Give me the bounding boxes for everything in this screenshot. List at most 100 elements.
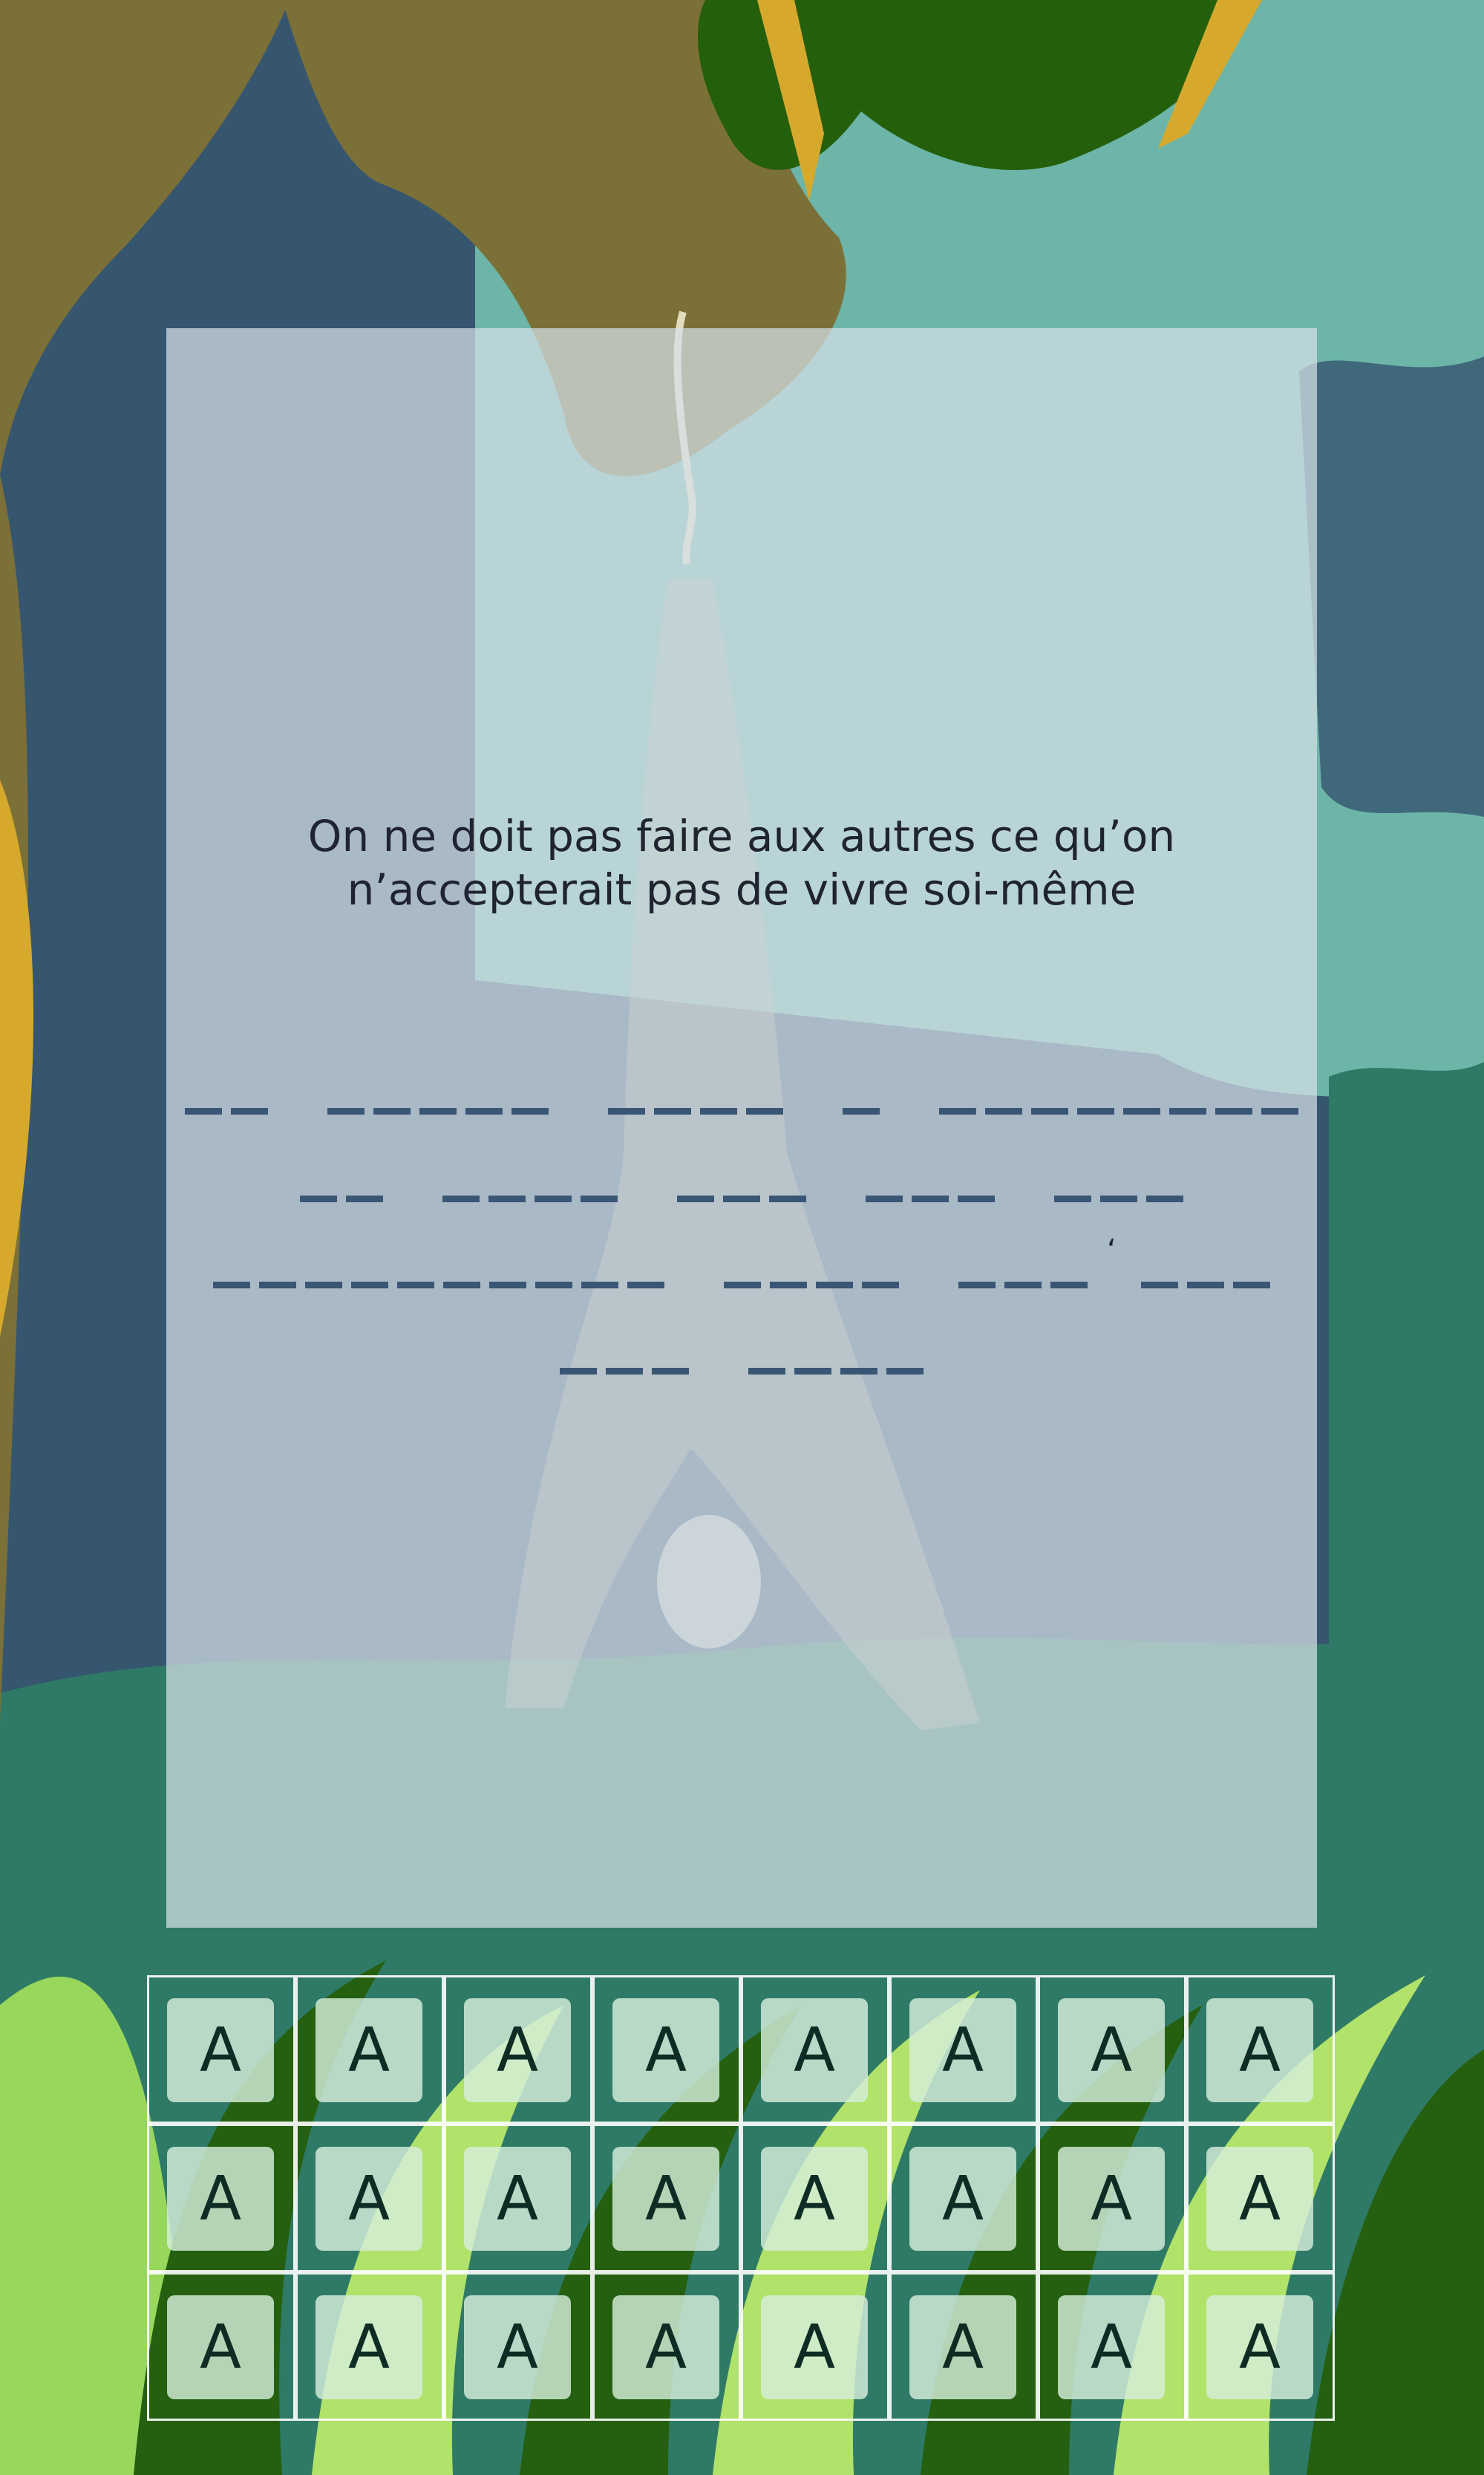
letter-tile[interactable]: A — [167, 1998, 274, 2102]
letter-tile[interactable]: A — [612, 1998, 719, 2102]
letter-slot[interactable] — [442, 1168, 480, 1202]
grid-cell: A — [444, 2272, 592, 2421]
letter-slot[interactable] — [606, 1340, 643, 1375]
letter-slot[interactable] — [535, 1168, 572, 1202]
letter-slot[interactable] — [677, 1168, 714, 1202]
grid-cell: A — [1186, 1975, 1335, 2124]
letter-slot[interactable] — [1077, 1080, 1114, 1115]
letter-tile[interactable]: A — [316, 2295, 422, 2399]
letter-slot[interactable] — [259, 1254, 296, 1288]
grid-cell: A — [1186, 2272, 1335, 2421]
letter-slot[interactable] — [231, 1080, 268, 1115]
letter-slot[interactable] — [985, 1080, 1022, 1115]
letter-slot[interactable] — [397, 1254, 434, 1288]
letter-tile[interactable]: A — [909, 2295, 1016, 2399]
letter-tile[interactable]: A — [316, 2147, 422, 2251]
letter-slot[interactable] — [185, 1080, 222, 1115]
letter-tile[interactable]: A — [316, 1998, 422, 2102]
letter-slot[interactable] — [723, 1168, 760, 1202]
letter-tile[interactable]: A — [761, 1998, 868, 2102]
letter-slot[interactable] — [1187, 1254, 1224, 1288]
letter-slot[interactable] — [489, 1254, 526, 1288]
grid-cell: A — [1038, 2124, 1186, 2272]
letter-slot[interactable] — [1169, 1080, 1206, 1115]
letter-tile[interactable]: A — [761, 2147, 868, 2251]
letter-slot[interactable] — [770, 1254, 807, 1288]
letter-slot[interactable] — [419, 1080, 457, 1115]
letter-tile[interactable]: A — [464, 2147, 571, 2251]
letter-slot[interactable] — [351, 1254, 388, 1288]
letter-tile[interactable]: A — [1058, 1998, 1165, 2102]
letter-slot[interactable] — [346, 1168, 383, 1202]
letter-tile[interactable]: A — [1206, 2295, 1313, 2399]
letter-slot[interactable] — [862, 1254, 899, 1288]
letter-tile[interactable]: A — [909, 1998, 1016, 2102]
letter-slot[interactable] — [840, 1340, 877, 1375]
answer-word — [1050, 1168, 1188, 1202]
letter-slot[interactable] — [1100, 1168, 1137, 1202]
grid-cell: A — [1038, 2272, 1186, 2421]
letter-tile[interactable]: A — [1206, 2147, 1313, 2251]
letter-slot[interactable] — [746, 1080, 783, 1115]
letter-slot[interactable] — [794, 1340, 831, 1375]
grid-cell: A — [444, 1975, 592, 2124]
letter-slot[interactable] — [305, 1254, 342, 1288]
letter-slot[interactable] — [488, 1168, 526, 1202]
answer-row-4 — [166, 1340, 1317, 1375]
letter-slot[interactable] — [1215, 1080, 1252, 1115]
letter-slot[interactable] — [608, 1080, 645, 1115]
letter-tile[interactable]: A — [612, 2295, 719, 2399]
letter-slot[interactable] — [939, 1080, 976, 1115]
letter-slot[interactable] — [958, 1168, 995, 1202]
letter-tile[interactable]: A — [612, 2147, 719, 2251]
letter-tile[interactable]: A — [464, 1998, 571, 2102]
letter-tile[interactable]: A — [909, 2147, 1016, 2251]
letter-slot[interactable] — [816, 1254, 853, 1288]
letter-slot[interactable] — [958, 1254, 996, 1288]
letter-slot[interactable] — [700, 1080, 737, 1115]
letter-slot[interactable] — [373, 1080, 411, 1115]
letter-slot[interactable] — [1004, 1254, 1042, 1288]
answer-word — [744, 1340, 928, 1375]
letter-slot[interactable] — [866, 1168, 903, 1202]
grid-cell: A — [295, 2272, 444, 2421]
letter-tile[interactable]: A — [1058, 2295, 1165, 2399]
letter-slot[interactable] — [1261, 1080, 1298, 1115]
answer-word — [1137, 1254, 1275, 1288]
letter-slot[interactable] — [560, 1340, 597, 1375]
answer-word — [180, 1080, 272, 1115]
letter-slot[interactable] — [327, 1080, 365, 1115]
letter-tile[interactable]: A — [167, 2147, 274, 2251]
letter-slot[interactable] — [1123, 1080, 1160, 1115]
clue-line-2: n’accepterait pas de vivre soi-même — [347, 864, 1137, 915]
answer-word — [673, 1168, 811, 1202]
letter-slot[interactable] — [1141, 1254, 1178, 1288]
letter-slot[interactable] — [535, 1254, 572, 1288]
letter-tile[interactable]: A — [167, 2295, 274, 2399]
letter-slot[interactable] — [1233, 1254, 1270, 1288]
letter-slot[interactable] — [300, 1168, 337, 1202]
letter-slot[interactable] — [581, 1168, 618, 1202]
letter-slot[interactable] — [654, 1080, 691, 1115]
letter-tile[interactable]: A — [464, 2295, 571, 2399]
letter-slot[interactable] — [511, 1080, 549, 1115]
letter-tile[interactable]: A — [1058, 2147, 1165, 2251]
letter-slot[interactable] — [443, 1254, 480, 1288]
letter-slot[interactable] — [652, 1340, 689, 1375]
letter-slot[interactable] — [1031, 1080, 1068, 1115]
letter-slot[interactable] — [627, 1254, 664, 1288]
letter-slot[interactable] — [843, 1080, 880, 1115]
letter-slot[interactable] — [1146, 1168, 1183, 1202]
letter-slot[interactable] — [465, 1080, 503, 1115]
letter-tile[interactable]: A — [761, 2295, 868, 2399]
letter-slot[interactable] — [581, 1254, 618, 1288]
letter-slot[interactable] — [1050, 1254, 1088, 1288]
letter-slot[interactable] — [748, 1340, 785, 1375]
letter-tile[interactable]: A — [1206, 1998, 1313, 2102]
letter-slot[interactable] — [769, 1168, 806, 1202]
letter-slot[interactable] — [912, 1168, 949, 1202]
letter-slot[interactable] — [213, 1254, 250, 1288]
letter-slot[interactable] — [724, 1254, 761, 1288]
letter-slot[interactable] — [1054, 1168, 1091, 1202]
letter-slot[interactable] — [886, 1340, 924, 1375]
